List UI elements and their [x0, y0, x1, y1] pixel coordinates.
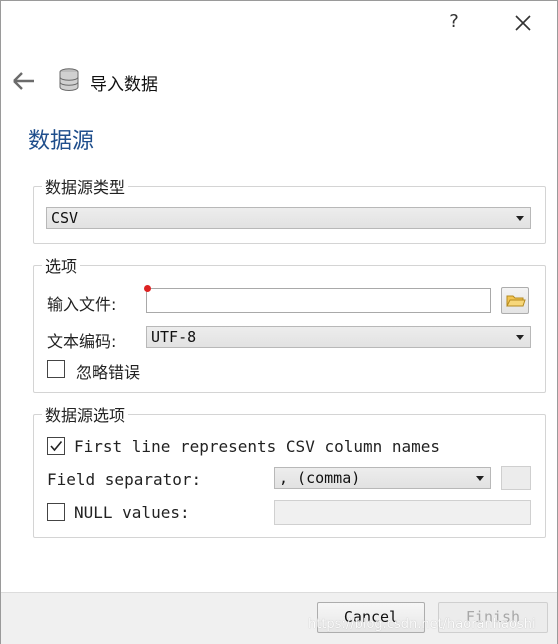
field-separator-label: Field separator: [47, 470, 202, 489]
arrow-left-icon [13, 72, 34, 90]
custom-separator-field[interactable] [501, 466, 531, 490]
field-separator-select[interactable]: , (comma) [274, 467, 491, 489]
dialog-title: 导入数据 [90, 75, 158, 95]
datasource-type-legend: 数据源类型 [45, 178, 126, 197]
chevron-down-icon [476, 476, 484, 481]
encoding-select[interactable]: UTF-8 [146, 326, 531, 348]
close-icon [515, 15, 531, 31]
null-values-label: NULL values: [74, 503, 190, 522]
first-line-header-checkbox[interactable] [47, 437, 65, 455]
chevron-down-icon [516, 216, 524, 221]
browse-file-button[interactable] [501, 287, 529, 314]
database-icon [57, 67, 81, 93]
ignore-errors-checkbox[interactable] [47, 360, 65, 378]
close-button[interactable] [511, 11, 535, 35]
ignore-errors-label: 忽略错误 [76, 363, 141, 382]
input-file-label: 输入文件: [47, 295, 117, 314]
datasource-type-value: CSV [51, 209, 79, 227]
encoding-value: UTF-8 [151, 328, 197, 346]
input-file-field[interactable] [146, 288, 491, 313]
encoding-label: 文本编码: [47, 332, 117, 351]
datasource-type-select[interactable]: CSV [46, 207, 531, 229]
folder-icon [506, 295, 526, 307]
null-values-input[interactable] [274, 500, 531, 525]
first-line-header-label: First line represents CSV column names [74, 437, 441, 456]
datasource-options-legend: 数据源选项 [45, 406, 126, 425]
page-title: 数据源 [28, 129, 95, 154]
options-legend: 选项 [45, 257, 78, 276]
chevron-down-icon [516, 335, 524, 340]
watermark: https://blog.csdn.net/haoranhaoshi [308, 617, 536, 632]
import-dialog: ? 导入数据 数据源 数据源类型 CSV 选项 输入文件: 文本编码: UTF-… [0, 0, 558, 644]
field-separator-value: , (comma) [279, 469, 361, 487]
help-button[interactable]: ? [444, 11, 464, 35]
back-button[interactable] [11, 69, 37, 93]
null-values-checkbox[interactable] [47, 503, 65, 521]
required-indicator-icon [144, 285, 151, 292]
checkmark-icon [50, 440, 63, 452]
